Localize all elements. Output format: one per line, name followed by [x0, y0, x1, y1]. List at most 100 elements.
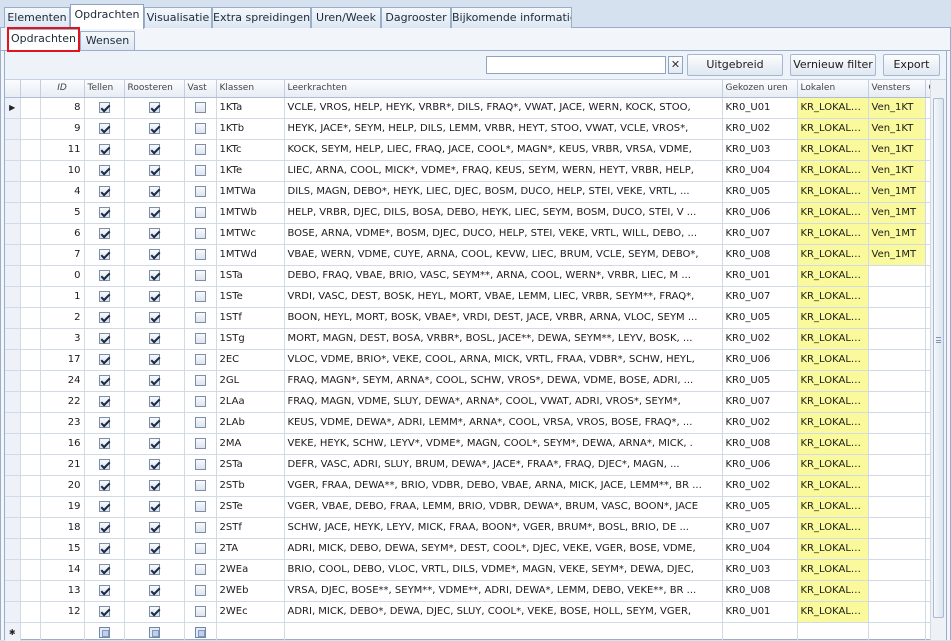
lokalen-cell[interactable]: KR_LOKALEN	[797, 391, 869, 413]
tellen-checkbox[interactable]	[98, 521, 110, 533]
id-cell[interactable]: 22	[40, 391, 85, 413]
tab-uren-week[interactable]: Uren/Week	[311, 7, 381, 28]
klassen-cell[interactable]: 2STa	[216, 454, 285, 476]
vast-checkbox[interactable]	[194, 248, 206, 260]
lokalen-cell[interactable]: KR_LOKALEN	[797, 244, 869, 266]
gekozen-uren-cell[interactable]: KR0_U07	[722, 517, 798, 539]
row-indicator[interactable]	[5, 223, 21, 245]
id-cell[interactable]: 0	[40, 265, 85, 287]
leerkrachten-cell[interactable]: FRAQ, MAGN, VDME, SLUY, DEWA*, ARNA*, CO…	[284, 391, 723, 413]
klassen-cell[interactable]: 1STf	[216, 307, 285, 329]
row-indicator[interactable]	[5, 580, 21, 602]
id-cell[interactable]: 11	[40, 139, 85, 161]
roosteren-checkbox[interactable]	[148, 269, 160, 281]
vast-checkbox[interactable]	[194, 311, 206, 323]
leerkrachten-cell[interactable]: VGER, FRAA, DEWA**, BRIO, VDBR, DEBO, VB…	[284, 475, 723, 497]
vast-cell[interactable]	[184, 181, 217, 203]
leerkrachten-cell[interactable]: VBAE, WERN, VDME, CUYE, ARNA, COOL, KEVW…	[284, 244, 723, 266]
id-cell[interactable]: 12	[40, 601, 85, 623]
row-indicator[interactable]	[5, 601, 21, 623]
vensters-cell[interactable]	[868, 517, 926, 539]
gekozen-uren-cell[interactable]: KR0_U06	[722, 349, 798, 371]
tellen-cell[interactable]	[84, 496, 125, 518]
row-indicator[interactable]	[5, 118, 21, 140]
gekozen-uren-cell[interactable]: KR0_U08	[722, 433, 798, 455]
id-cell[interactable]	[40, 622, 85, 641]
row-indicator[interactable]	[5, 202, 21, 224]
vast-checkbox[interactable]	[194, 164, 206, 176]
roosteren-cell[interactable]	[124, 244, 185, 266]
vensters-cell[interactable]: Ven_1KT	[868, 118, 926, 140]
klassen-cell[interactable]: 1KTb	[216, 118, 285, 140]
roosteren-cell[interactable]	[124, 391, 185, 413]
lokalen-cell[interactable]: KR_LOKALEN	[797, 580, 869, 602]
vensters-cell[interactable]	[868, 601, 926, 623]
vensters-cell[interactable]	[868, 433, 926, 455]
vensters-cell[interactable]: Ven_1KT	[868, 97, 926, 119]
id-cell[interactable]: 5	[40, 202, 85, 224]
tellen-cell[interactable]	[84, 118, 125, 140]
vast-checkbox[interactable]	[194, 353, 206, 365]
tellen-cell[interactable]	[84, 559, 125, 581]
klassen-cell[interactable]: 2WEc	[216, 601, 285, 623]
leerkrachten-cell[interactable]: FRAQ, MAGN*, SEYM, ARNA*, COOL, SCHW, VR…	[284, 370, 723, 392]
vast-cell[interactable]	[184, 496, 217, 518]
vast-checkbox[interactable]	[194, 542, 206, 554]
table-row[interactable]: 15 2TA ADRI, MICK, DEBO, DEWA, SEYM*, DEST…	[5, 538, 946, 560]
table-row[interactable]: 21 2STa DEFR, VASC, ADRI, SLUY, BRUM, DEWA…	[5, 454, 946, 476]
roosteren-cell[interactable]	[124, 580, 185, 602]
lokalen-cell[interactable]: KR_LOKALEN	[797, 559, 869, 581]
roosteren-checkbox[interactable]	[148, 332, 160, 344]
tellen-checkbox[interactable]	[98, 584, 110, 596]
tellen-checkbox[interactable]	[98, 290, 110, 302]
gekozen-uren-cell[interactable]: KR0_U08	[722, 244, 798, 266]
leerkrachten-cell[interactable]: DEFR, VASC, ADRI, SLUY, BRUM, DEWA*, JAC…	[284, 454, 723, 476]
tellen-checkbox[interactable]	[98, 458, 110, 470]
tellen-checkbox[interactable]	[98, 563, 110, 575]
gekozen-uren-cell[interactable]: KR0_U01	[722, 601, 798, 623]
roosteren-checkbox[interactable]	[148, 206, 160, 218]
leerkrachten-cell[interactable]: VLOC, VDME, BRIO*, VEKE, COOL, ARNA, MIC…	[284, 349, 723, 371]
tellen-cell[interactable]	[84, 139, 125, 161]
gekozen-uren-cell[interactable]: KR0_U04	[722, 538, 798, 560]
tellen-cell[interactable]	[84, 370, 125, 392]
table-row[interactable]: 12 2WEc ADRI, MICK, DEBO*, DEWA, DJEC, SLU…	[5, 601, 946, 623]
tellen-checkbox[interactable]	[98, 311, 110, 323]
klassen-cell[interactable]: 2WEb	[216, 580, 285, 602]
leerkrachten-cell[interactable]: ADRI, MICK, DEBO, DEWA, SEYM*, DEST, COO…	[284, 538, 723, 560]
vast-cell[interactable]	[184, 580, 217, 602]
tab-bijkomende-informatie[interactable]: Bijkomende informatie	[451, 7, 572, 28]
clear-search-icon[interactable]: ✕	[668, 56, 683, 74]
tellen-checkbox[interactable]	[98, 332, 110, 344]
header-leerkrachten[interactable]: Leerkrachten	[284, 80, 723, 98]
row-indicator[interactable]	[5, 496, 21, 518]
table-row[interactable]: 3 1STg MORT, MAGN, DEST, BOSA, VRBR*, BOSL…	[5, 328, 946, 350]
header-roosteren[interactable]: Roosteren	[124, 80, 185, 98]
table-row[interactable]: ▶ 8 1KTa VCLE, VROS, HELP, HEYK, VRBR*, DIL…	[5, 97, 946, 119]
header-gekozen-uren[interactable]: Gekozen uren	[722, 80, 798, 98]
klassen-cell[interactable]: 1MTWc	[216, 223, 285, 245]
tellen-cell[interactable]	[84, 391, 125, 413]
leerkrachten-cell[interactable]: HEYK, JACE*, SEYM, HELP, DILS, LEMM, VRB…	[284, 118, 723, 140]
row-indicator[interactable]: ▶	[5, 97, 21, 119]
roosteren-checkbox[interactable]	[148, 311, 160, 323]
vast-cell[interactable]	[184, 265, 217, 287]
tellen-cell[interactable]	[84, 160, 125, 182]
klassen-cell[interactable]: 1STg	[216, 328, 285, 350]
tellen-cell[interactable]	[84, 517, 125, 539]
roosteren-checkbox[interactable]	[148, 290, 160, 302]
roosteren-checkbox[interactable]	[148, 353, 160, 365]
subtab-wensen[interactable]: Wensen	[80, 31, 135, 51]
tellen-cell[interactable]	[84, 181, 125, 203]
roosteren-cell[interactable]	[124, 202, 185, 224]
vast-checkbox[interactable]	[194, 290, 206, 302]
table-row[interactable]: 0 1STa DEBO, FRAQ, VBAE, BRIO, VASC, SEYM*…	[5, 265, 946, 287]
id-cell[interactable]: 3	[40, 328, 85, 350]
table-row[interactable]: 13 2WEb VRSA, DJEC, BOSE**, SEYM**, VDME**…	[5, 580, 946, 602]
roosteren-checkbox[interactable]	[148, 563, 160, 575]
roosteren-checkbox[interactable]	[148, 185, 160, 197]
lokalen-cell[interactable]: KR_LOKALEN	[797, 223, 869, 245]
klassen-cell[interactable]: 2LAb	[216, 412, 285, 434]
vensters-cell[interactable]	[868, 580, 926, 602]
header-tellen[interactable]: Tellen	[84, 80, 125, 98]
